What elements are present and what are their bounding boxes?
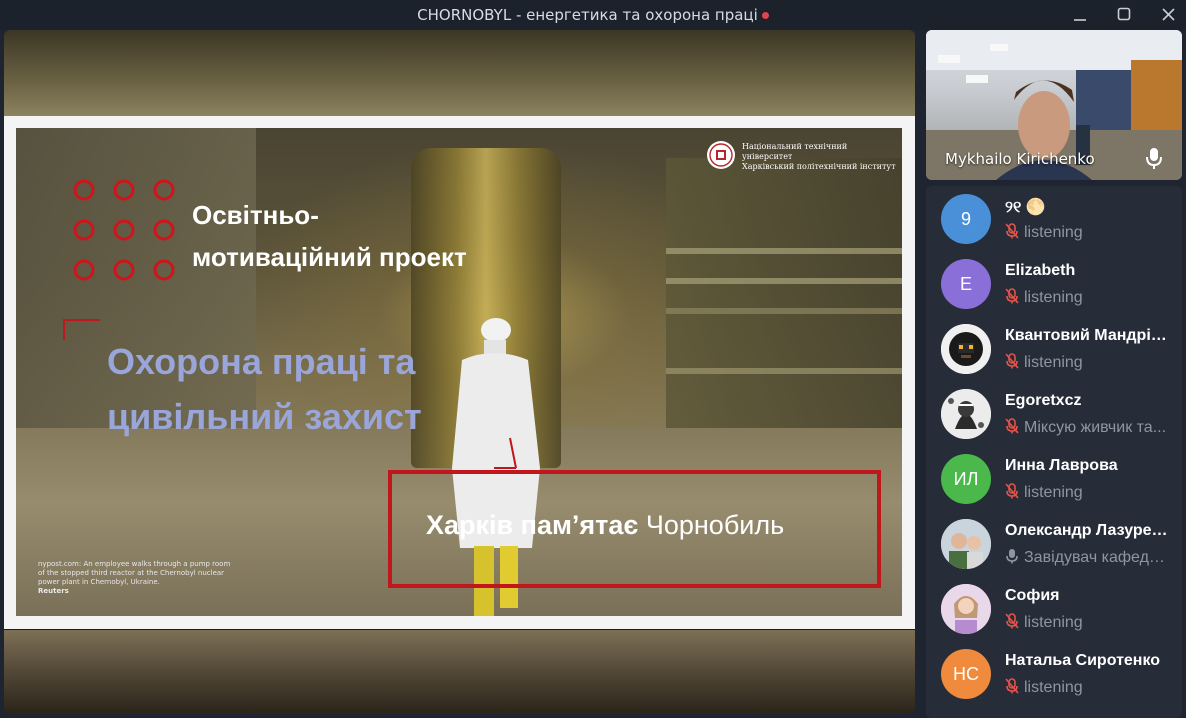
- avatar: [941, 584, 991, 634]
- participant-status: Завідувач кафедри...: [1005, 548, 1170, 567]
- stage-background-top: [4, 30, 915, 116]
- title-bar: CHORNOBYL - енергетика та охорона праці: [0, 0, 1186, 30]
- participant-status: listening: [1005, 288, 1170, 307]
- participant-name: Elizabeth: [1005, 262, 1076, 279]
- participant-row[interactable]: 9 ୨୧ 🌕 listening: [926, 186, 1182, 251]
- slide-photo-pipes: [666, 248, 902, 254]
- presentation-slide-frame: Національний технічний університет Харкі…: [4, 116, 915, 629]
- slide-title-line-2: цивільний захист: [107, 396, 422, 437]
- participant-name: Квантовий Мандрівник: [1005, 327, 1170, 344]
- participant-status: listening: [1005, 483, 1170, 502]
- presentation-slide: Національний технічний університет Харкі…: [16, 128, 902, 616]
- participant-status-text: listening: [1024, 289, 1083, 306]
- avatar: НС: [941, 649, 991, 699]
- avatar: ИЛ: [941, 454, 991, 504]
- stage-background-bottom: [4, 630, 915, 714]
- avatar: 9: [941, 194, 991, 244]
- university-logo-text: Національний технічний університет Харкі…: [742, 142, 897, 172]
- participant-row[interactable]: Квантовий Мандрівник listening: [926, 316, 1182, 381]
- participant-status-text: listening: [1024, 679, 1083, 696]
- recording-indicator-icon: [761, 12, 769, 19]
- participant-status: listening: [1005, 678, 1170, 697]
- slide-title: Охорона праці та цивільний захист: [107, 334, 422, 444]
- window-title-text: CHORNOBYL - енергетика та охорона праці: [417, 6, 758, 24]
- tagline-bold: Харків пам’ятає: [426, 510, 639, 540]
- participant-status: Міксую живчик та...: [1005, 418, 1170, 437]
- photo-credit-source: Reuters: [38, 587, 69, 595]
- muted-microphone-icon: [1005, 483, 1019, 499]
- avatar: E: [941, 259, 991, 309]
- participant-status-text: Міксую живчик та...: [1024, 419, 1167, 436]
- participant-status: listening: [1005, 613, 1170, 632]
- maximize-button[interactable]: [1112, 4, 1136, 26]
- speaker-name: Mykhailo Kirichenko: [945, 150, 1095, 168]
- participant-row[interactable]: E Elizabeth listening: [926, 251, 1182, 316]
- muted-microphone-icon: [1005, 613, 1019, 629]
- participant-status-text: listening: [1024, 484, 1083, 501]
- screen-share-stage[interactable]: Національний технічний університет Харкі…: [4, 30, 915, 714]
- participant-status: listening: [1005, 223, 1170, 242]
- muted-microphone-icon: [1005, 353, 1019, 369]
- tagline-light: Чорнобиль: [645, 510, 785, 540]
- muted-microphone-icon: [1005, 288, 1019, 304]
- participant-name: София: [1005, 587, 1060, 604]
- participant-name: Олександр Лазуренко: [1005, 522, 1170, 539]
- decorative-circles-icon: [73, 179, 175, 281]
- participant-name: ୨୧ 🌕: [1005, 199, 1046, 216]
- participant-status-text: listening: [1024, 614, 1083, 631]
- slide-heading-line-2: мотиваційний проект: [192, 242, 467, 272]
- participant-status-text: listening: [1024, 224, 1083, 241]
- window-title: CHORNOBYL - енергетика та охорона праці: [0, 6, 1186, 24]
- microphone-icon[interactable]: [1143, 146, 1165, 170]
- minimize-button[interactable]: [1068, 4, 1092, 26]
- speaker-video-tile[interactable]: Mykhailo Kirichenko: [926, 30, 1182, 180]
- app-window: CHORNOBYL - енергетика та охорона праці: [0, 0, 1186, 718]
- logo-line-1: Національний технічний університет: [742, 142, 848, 161]
- university-seal-icon: [707, 141, 735, 169]
- participant-name: Egoretxcz: [1005, 392, 1082, 409]
- photo-credit-text: nypost.com: An employee walks through a …: [38, 560, 231, 586]
- participant-status-text: Завідувач кафедри...: [1024, 549, 1170, 566]
- slide-heading-line-1: Освітньо-: [192, 200, 319, 230]
- participant-status: listening: [1005, 353, 1170, 372]
- photo-credit: nypost.com: An employee walks through a …: [38, 560, 238, 596]
- slide-title-line-1: Охорона праці та: [107, 341, 416, 382]
- slide-photo-wall-right: [666, 158, 902, 458]
- muted-microphone-icon: [1005, 223, 1019, 239]
- slide-heading: Освітньо- мотиваційний проект: [192, 194, 467, 278]
- participant-name: Натальа Сиротенко: [1005, 652, 1161, 669]
- slide-tagline: Харків пам’ятає Чорнобиль: [426, 510, 784, 541]
- muted-microphone-icon: [1005, 678, 1019, 694]
- avatar: [941, 389, 991, 439]
- participant-row[interactable]: София listening: [926, 576, 1182, 641]
- participant-row[interactable]: НС Натальа Сиротенко listening: [926, 641, 1182, 706]
- participant-row[interactable]: Олександр Лазуренко Завідувач кафедри...: [926, 511, 1182, 576]
- slide-corner-accent: [63, 319, 100, 340]
- avatar: [941, 324, 991, 374]
- participant-name: Инна Лаврова: [1005, 457, 1118, 474]
- university-logo: Національний технічний університет Харкі…: [706, 140, 897, 172]
- muted-microphone-icon: [1005, 418, 1019, 434]
- participant-row[interactable]: ИЛ Инна Лаврова listening: [926, 446, 1182, 511]
- logo-line-2: Харківський політехнічний інститут: [742, 162, 896, 171]
- participant-row[interactable]: Egoretxcz Міксую живчик та...: [926, 381, 1182, 446]
- close-button[interactable]: [1156, 4, 1180, 26]
- avatar: [941, 519, 991, 569]
- microphone-icon: [1006, 549, 1018, 564]
- participants-list[interactable]: 9 ୨୧ 🌕 listening E Elizabeth listening Квантов…: [926, 186, 1182, 718]
- participant-status-text: listening: [1024, 354, 1083, 371]
